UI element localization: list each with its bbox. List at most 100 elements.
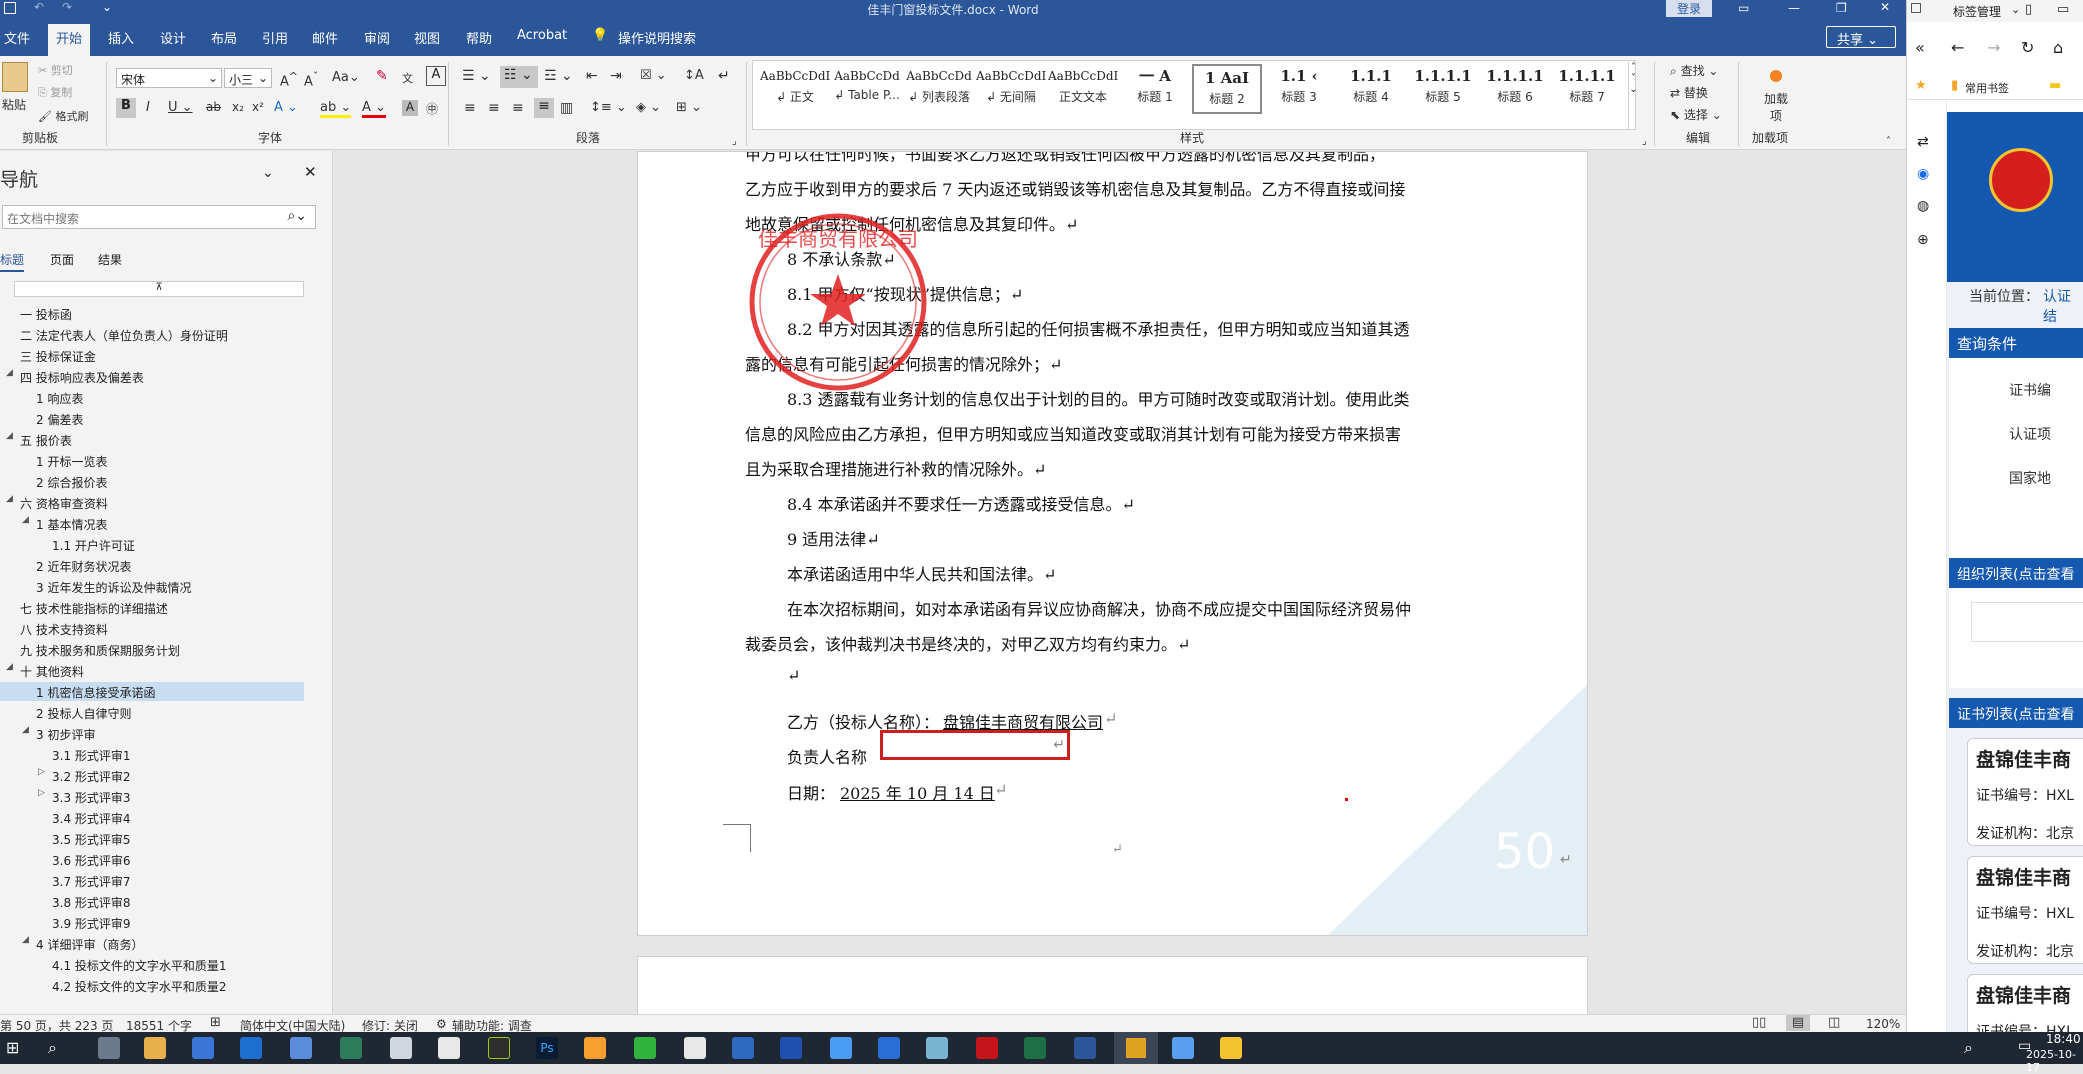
- close-icon[interactable]: ✕: [1880, 0, 1890, 14]
- style-item[interactable]: AaBbCcDdI 正文文本: [1048, 64, 1118, 114]
- replace-button[interactable]: ⇄ 替换: [1670, 84, 1708, 101]
- nav-heading-item[interactable]: ◢ 六 资格审查资料: [0, 493, 304, 512]
- network-icon[interactable]: [780, 1037, 802, 1059]
- select-button[interactable]: ⬉ 选择 ⌄: [1670, 106, 1722, 123]
- underline-button[interactable]: U ⌄: [168, 100, 193, 115]
- file-icon[interactable]: [438, 1037, 460, 1059]
- nav-heading-item[interactable]: 3.7 形式评审7: [0, 871, 304, 890]
- tab-doc-icon[interactable]: ▭: [2057, 2, 2069, 17]
- photoshop-icon[interactable]: Ps: [536, 1037, 558, 1059]
- font-size-select[interactable]: 小三 ⌄: [224, 68, 272, 88]
- style-item[interactable]: AaBbCcDd ↲ 列表段落: [904, 64, 974, 114]
- align-right-icon[interactable]: ≡: [512, 100, 524, 116]
- paste-icon[interactable]: [2, 62, 28, 92]
- nav-heading-item[interactable]: 3.4 形式评审4: [0, 808, 304, 827]
- web-layout-icon[interactable]: ◫: [1828, 1015, 1840, 1030]
- folder-icon[interactable]: [1220, 1037, 1242, 1059]
- nav-heading-item[interactable]: 九 技术服务和质保期服务计划: [0, 640, 304, 659]
- search-icon[interactable]: ⌕: [1964, 1038, 1973, 1058]
- nav-scroll-top[interactable]: ⊼: [14, 281, 304, 297]
- query-field-cert-no[interactable]: 证书编: [2009, 380, 2051, 400]
- common-bookmarks[interactable]: 常用书签: [1965, 80, 2009, 96]
- expand-arrow-icon[interactable]: ▷: [38, 788, 45, 798]
- calculator-icon[interactable]: [98, 1037, 120, 1059]
- chrome-icon[interactable]: [290, 1037, 312, 1059]
- collapse-arrow-icon[interactable]: ◢: [22, 935, 29, 945]
- back-icon[interactable]: ←: [1951, 38, 1964, 57]
- style-item[interactable]: AaBbCcDd ↲ Table P...: [832, 64, 902, 114]
- nav-heading-item[interactable]: 3.1 形式评审1: [0, 745, 304, 764]
- tell-me-search[interactable]: 操作说明搜索: [618, 28, 696, 47]
- query-field-region[interactable]: 国家地: [2009, 468, 2051, 488]
- style-item[interactable]: 一 A 标题 1: [1120, 64, 1190, 114]
- distributed-icon[interactable]: ▥: [560, 100, 573, 116]
- breadcrumb-value[interactable]: 认证结: [2043, 286, 2083, 326]
- collapse-arrow-icon[interactable]: ◢: [6, 368, 13, 378]
- tab-view[interactable]: 视图: [414, 28, 440, 47]
- multilevel-list-icon[interactable]: ☲ ⌄: [544, 68, 573, 84]
- clock-date[interactable]: 2025-10-17: [2026, 1048, 2083, 1074]
- search-icon[interactable]: ◉: [1917, 166, 1929, 182]
- language-status[interactable]: 简体中文(中国大陆): [240, 1017, 345, 1032]
- word-icon[interactable]: [1074, 1037, 1096, 1059]
- align-left-icon[interactable]: ≡: [464, 100, 476, 116]
- font-color-icon[interactable]: A ⌄: [362, 100, 386, 118]
- nav-tab-pages[interactable]: 页面: [50, 251, 74, 268]
- document-canvas[interactable]: 甲方可以在任何时候，书面要求乙方返还或销毁任何因被甲方透露的机密信息及其复制品，…: [334, 151, 1906, 1014]
- nav-heading-item[interactable]: ◢ 四 投标响应表及偏差表: [0, 367, 304, 386]
- nav-heading-item[interactable]: 2 近年财务状况表: [0, 556, 304, 575]
- collapse-arrow-icon[interactable]: ◢: [6, 662, 13, 672]
- styles-launcher-icon[interactable]: ⌟: [1642, 136, 1647, 147]
- vscode-icon[interactable]: [830, 1037, 852, 1059]
- collapse-ribbon-icon[interactable]: ˄: [1886, 136, 1891, 147]
- copy-button[interactable]: ⎘ 复制: [38, 84, 72, 100]
- cloud-icon[interactable]: [926, 1037, 948, 1059]
- style-item[interactable]: AaBbCcDdI ↲ 正文: [760, 64, 830, 114]
- numbering-icon[interactable]: ☷ ⌄: [500, 66, 538, 88]
- browser-icon[interactable]: [584, 1037, 606, 1059]
- excel-icon[interactable]: [1024, 1037, 1046, 1059]
- store-icon[interactable]: [192, 1037, 214, 1059]
- change-case-icon[interactable]: Aa⌄: [332, 70, 360, 85]
- shading-icon[interactable]: ◈ ⌄: [636, 100, 661, 115]
- accessibility-status[interactable]: 辅助功能: 调查: [452, 1017, 532, 1032]
- subscript-button[interactable]: x₂: [232, 100, 244, 114]
- nav-heading-item[interactable]: ◢ 4 详细评审（商务）: [0, 934, 304, 953]
- nav-heading-item[interactable]: 七 技术性能指标的详细描述: [0, 598, 304, 617]
- style-item[interactable]: 1.1.1 标题 4: [1336, 64, 1406, 114]
- addins-button[interactable]: 加载项: [1760, 90, 1792, 124]
- collapse-arrow-icon[interactable]: ◢: [6, 431, 13, 441]
- forward-icon[interactable]: →: [1987, 38, 2000, 57]
- tab-layout[interactable]: 布局: [211, 28, 237, 47]
- paste-button[interactable]: 粘贴: [2, 96, 26, 113]
- next-page[interactable]: [637, 956, 1588, 1014]
- shrink-font-icon[interactable]: Aˇ: [304, 70, 318, 89]
- style-item[interactable]: 1.1.1.1 标题 7: [1552, 64, 1622, 114]
- nav-heading-item[interactable]: ◢ 1 基本情况表: [0, 514, 304, 533]
- swap-icon[interactable]: ⇄: [1917, 134, 1929, 150]
- nav-heading-item[interactable]: 2 投标人自律守则: [0, 703, 304, 722]
- sort-icon[interactable]: ↕A: [684, 68, 704, 83]
- find-button[interactable]: ⌕ 查找 ⌄: [1670, 62, 1718, 79]
- nav-heading-item[interactable]: ◢ 十 其他资料: [0, 661, 304, 680]
- search-icon[interactable]: ⌕⌄: [287, 208, 307, 224]
- nav-close-icon[interactable]: ✕: [304, 163, 317, 181]
- tab-design[interactable]: 设计: [160, 28, 186, 47]
- addins-icon[interactable]: [1770, 70, 1782, 82]
- superscript-button[interactable]: x²: [252, 100, 264, 114]
- tab-references[interactable]: 引用: [262, 28, 288, 47]
- tab-home[interactable]: 开始: [48, 24, 91, 56]
- paragraph-launcher-icon[interactable]: ⌟: [732, 136, 737, 147]
- start-icon[interactable]: ⊞: [6, 1038, 19, 1057]
- tab-insert[interactable]: 插入: [108, 28, 134, 47]
- borders-icon[interactable]: ⊞ ⌄: [676, 100, 702, 115]
- char-border-icon[interactable]: A: [426, 66, 446, 86]
- tab-review[interactable]: 审阅: [364, 28, 390, 47]
- nav-heading-item[interactable]: ◢ 3 初步评审: [0, 724, 304, 743]
- style-item[interactable]: AaBbCcDdI ↲ 无间隔: [976, 64, 1046, 114]
- read-mode-icon[interactable]: ▯▯: [1752, 1015, 1766, 1030]
- tab-help[interactable]: 帮助: [466, 28, 492, 47]
- nav-heading-item[interactable]: 3.9 形式评审9: [0, 913, 304, 932]
- nav-heading-item[interactable]: 一 投标函: [0, 304, 304, 323]
- print-layout-icon[interactable]: ▤: [1786, 1015, 1810, 1031]
